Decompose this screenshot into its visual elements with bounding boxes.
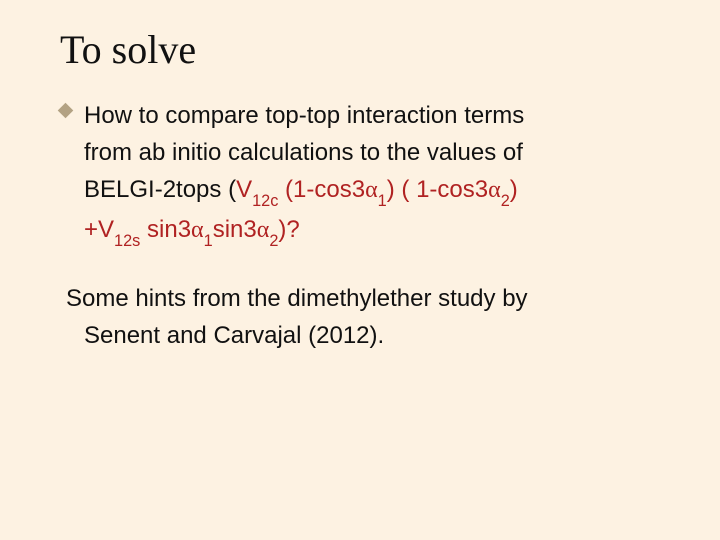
alpha-icon: α [365,177,378,203]
content-block-1: How to compare top-top interaction terms… [60,97,680,252]
term-v12s: +V12s sin3α1sin3α2)? [84,216,300,243]
p1-line3-pre: BELGI-2tops ( [84,176,236,203]
alpha-icon: α [191,217,204,243]
v12c-close: ) [510,176,518,203]
alpha-icon: α [257,217,270,243]
paragraph-2: Some hints from the dimethylether study … [66,280,680,354]
slide: To solve How to compare top-top interact… [0,0,720,540]
v12c-seg2: ) ( 1-cos3 [387,176,488,203]
term-v12c: V12c (1-cos3α1) ( 1-cos3α2) [236,176,518,203]
paragraph-1: How to compare top-top interaction terms… [84,97,680,252]
v12c-v: V [236,176,252,203]
v12s-sin2: sin3 [213,216,257,243]
alpha-icon: α [488,177,501,203]
p2-line2: Senent and Carvajal (2012). [84,317,384,354]
v12s-plus: +V [84,216,114,243]
p2-line1: Some hints from the dimethylether study … [66,285,528,312]
slide-title: To solve [60,26,680,73]
alpha2-sub: 2 [501,192,510,210]
v12c-sub: 12c [252,192,278,210]
v12s-sub: 12s [114,232,140,250]
alpha1b-sub: 1 [204,232,213,250]
alpha2b-sub: 2 [269,232,278,250]
v12s-sin1: sin3 [140,216,191,243]
v12c-seg1: (1-cos3 [278,176,365,203]
p1-line2: from ab initio calculations to the value… [84,139,523,166]
alpha1-sub: 1 [378,192,387,210]
p1-line1: How to compare top-top interaction terms [84,102,524,129]
bullet-icon [58,103,74,119]
v12s-tail: )? [278,216,299,243]
